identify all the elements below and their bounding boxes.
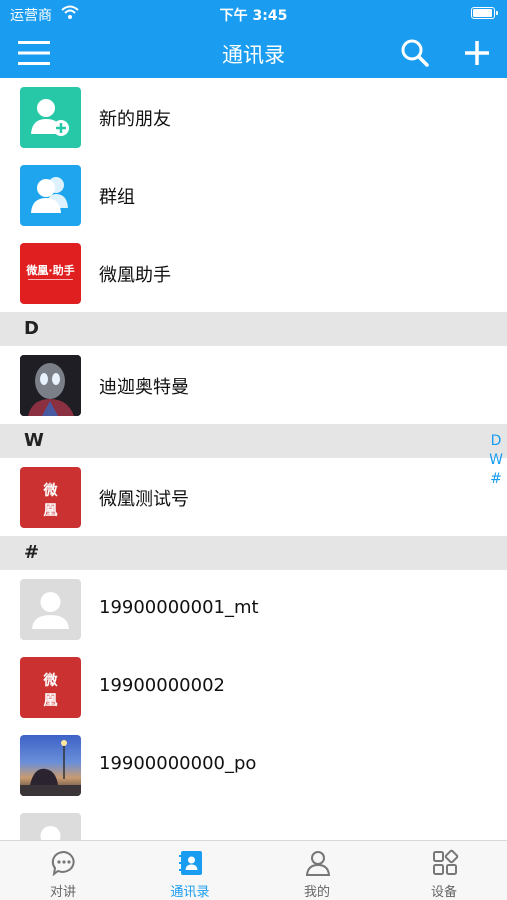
index-letter[interactable]: # [486,470,506,489]
contact-name: 微凰测试号 [99,489,189,510]
tab-devices[interactable]: 设备 [381,841,507,900]
tab-label: 设备 [430,885,457,900]
contact-name: 迪迦奥特曼 [99,377,189,398]
new-friends-row[interactable]: 新的朋友 [0,78,507,156]
section-header-w: W [0,424,507,458]
add-icon[interactable] [462,38,492,68]
assistant-logo-text: 微凰·助手 [26,264,75,277]
nav-bar: 通讯录 [0,28,507,78]
new-friend-icon [20,87,81,148]
contact-row[interactable]: 19900000001_mt [0,570,507,648]
tab-talk[interactable]: 对讲 [0,841,126,900]
group-icon [20,165,81,226]
index-letter[interactable]: W [486,451,506,470]
tab-contacts[interactable]: 通讯录 [127,841,253,900]
index-letter[interactable]: D [486,432,506,451]
status-bar: 运营商 下午 3:45 [0,0,507,28]
alphabet-index[interactable]: D W # [486,432,506,489]
tab-me[interactable]: 我的 [254,841,380,900]
tab-label: 通讯录 [170,885,210,900]
contact-row[interactable]: 微 凰 19900000002 [0,648,507,726]
battery-icon [471,7,498,19]
tab-label: 对讲 [49,885,76,900]
contact-name: 19900000001_mt [99,597,259,618]
section-header-d: D [0,312,507,346]
battery-level [473,9,492,17]
section-header-hash: # [0,536,507,570]
row-label: 微凰助手 [99,265,171,286]
contact-row[interactable]: 迪迦奥特曼 [0,346,507,424]
contact-avatar [20,735,81,796]
avatar-logo-text: 微 凰 [43,673,58,709]
contact-name: 19900000002 [99,675,225,696]
contact-row[interactable]: 19900000000_po [0,726,507,804]
assistant-logo: 微凰·助手 [20,243,81,304]
contact-name: 19900000000_po [99,753,257,774]
default-avatar-icon [20,579,81,640]
contacts-book-icon [179,851,202,875]
contact-row[interactable]: 微 凰 微凰测试号 [0,458,507,536]
contact-avatar: 微 凰 [20,467,81,528]
chat-bubble-icon [51,850,75,877]
contact-list: 新的朋友 群组 微凰·助手 微凰助手 D 迪迦奥特曼 W 微 凰 微凰测试号 #… [0,78,507,840]
default-avatar-icon [20,813,81,840]
device-grid-icon [433,849,459,875]
tab-label: 我的 [303,885,330,900]
search-icon[interactable] [400,38,430,68]
avatar-logo-text: 微 凰 [43,483,58,519]
page-title: 通讯录 [222,43,285,67]
groups-row[interactable]: 群组 [0,156,507,234]
status-time: 下午 3:45 [219,8,288,24]
row-label: 群组 [99,187,135,208]
contact-avatar: 微 凰 [20,657,81,718]
contact-avatar [20,355,81,416]
row-label: 新的朋友 [99,109,171,130]
tab-bar: 对讲 通讯录 我的 设备 [0,840,507,900]
assistant-row[interactable]: 微凰·助手 微凰助手 [0,234,507,312]
person-icon [305,851,331,876]
logo-divider [28,279,73,280]
contact-row-partial[interactable] [0,804,507,840]
